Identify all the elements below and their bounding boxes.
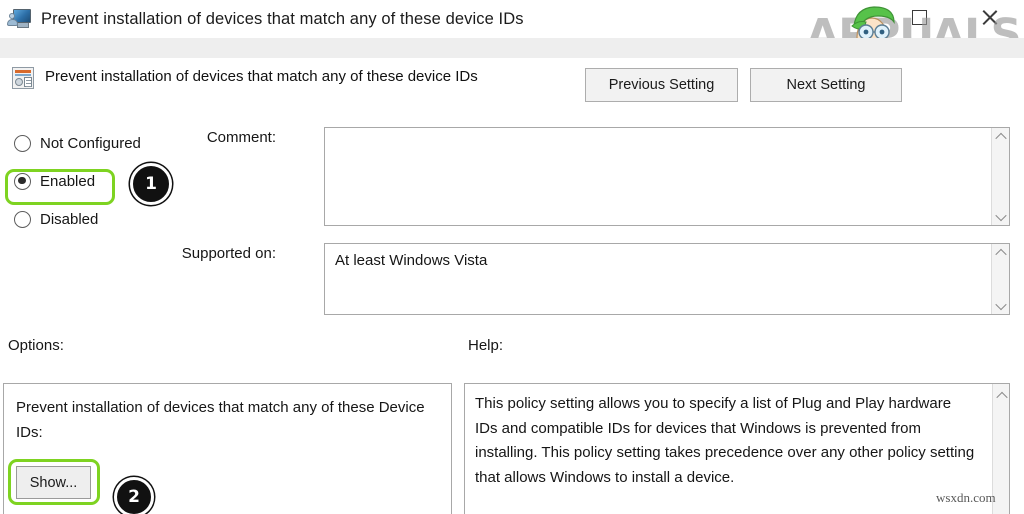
comment-textbox[interactable] <box>324 127 1010 226</box>
supported-on-scrollbar[interactable] <box>991 244 1009 314</box>
supported-on-value: At least Windows Vista <box>335 252 488 269</box>
help-panel: This policy setting allows you to specif… <box>464 383 1010 514</box>
window-titlebar: Prevent installation of devices that mat… <box>0 0 1024 38</box>
step-badge-2: 2 <box>114 477 154 514</box>
radio-indicator-selected <box>14 172 31 190</box>
show-button[interactable]: Show... <box>16 466 91 499</box>
maximize-button[interactable] <box>896 0 942 34</box>
maximize-box-icon <box>911 9 927 25</box>
chevron-down-icon[interactable] <box>992 297 1010 314</box>
group-policy-setting-window: Prevent installation of devices that mat… <box>0 0 1024 514</box>
window-title: Prevent installation of devices that mat… <box>41 9 524 28</box>
step-badge-1: 1 <box>130 163 172 205</box>
options-label: Options: <box>8 337 64 354</box>
setting-name-label: Prevent installation of devices that mat… <box>45 68 478 85</box>
radio-indicator <box>14 210 31 228</box>
help-scrollbar[interactable] <box>992 384 1009 514</box>
help-label: Help: <box>468 337 504 354</box>
policy-setting-icon <box>12 67 34 89</box>
chevron-up-icon[interactable] <box>992 244 1010 261</box>
disabled-label: Disabled <box>40 210 99 228</box>
disabled-radio[interactable]: Disabled <box>0 200 190 238</box>
previous-setting-button[interactable]: Previous Setting <box>585 68 738 102</box>
comment-scrollbar[interactable] <box>991 128 1009 225</box>
next-setting-button[interactable]: Next Setting <box>750 68 902 102</box>
supported-on-textbox[interactable]: At least Windows Vista <box>324 243 1010 315</box>
chevron-up-icon[interactable] <box>992 128 1010 145</box>
help-text: This policy setting allows you to specif… <box>475 395 975 486</box>
enabled-label: Enabled <box>40 172 96 190</box>
close-button[interactable] <box>966 0 1012 34</box>
computer-user-icon <box>7 7 32 31</box>
comment-label: Comment: <box>206 129 276 146</box>
titlebar-divider-band <box>0 38 1024 58</box>
not-configured-label: Not Configured <box>40 134 141 152</box>
supported-on-label: Supported on: <box>181 245 276 262</box>
radio-indicator <box>14 134 31 152</box>
chevron-down-icon[interactable] <box>992 208 1010 225</box>
chevron-up-icon[interactable] <box>993 387 1011 404</box>
options-description: Prevent installation of devices that mat… <box>16 399 425 441</box>
close-x-icon <box>980 8 999 27</box>
